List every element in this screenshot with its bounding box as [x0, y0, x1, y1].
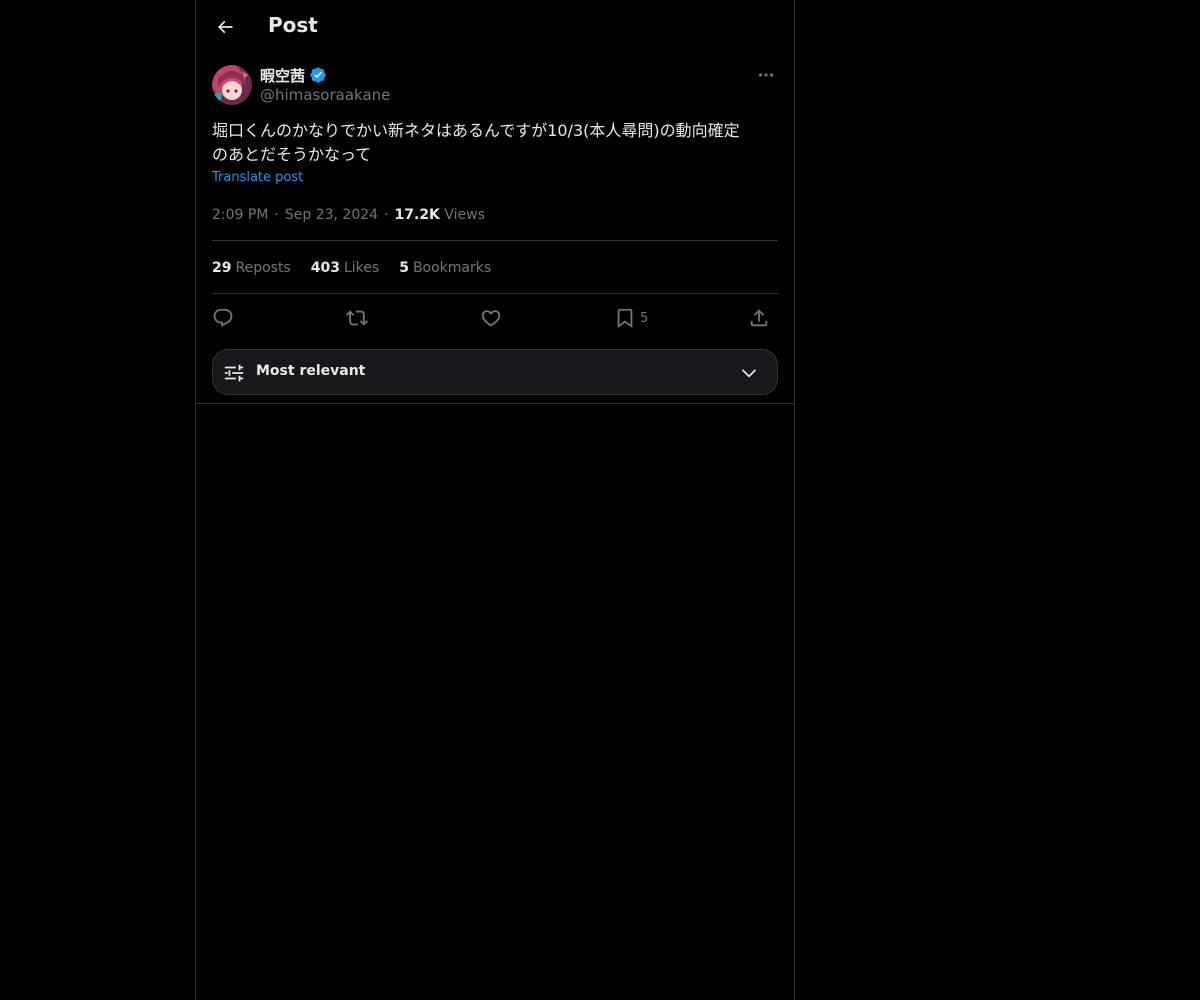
- more-options-button[interactable]: [754, 65, 778, 85]
- post-stats: 29 Reposts 403 Likes 5 Bookmarks: [212, 258, 491, 278]
- post-time[interactable]: 2:09 PM: [212, 207, 268, 223]
- sort-replies-dropdown[interactable]: Most relevant: [212, 349, 778, 395]
- bookmark-icon: [617, 308, 633, 329]
- avatar[interactable]: [212, 65, 252, 105]
- bookmark-count: 5: [640, 310, 649, 326]
- more-icon: [758, 73, 774, 77]
- views-count: 17.2K: [394, 207, 440, 223]
- translate-post-link[interactable]: Translate post: [212, 170, 303, 185]
- back-button[interactable]: [208, 10, 242, 44]
- meta-separator: ·: [274, 207, 279, 223]
- divider: [212, 293, 778, 294]
- chevron-down-icon: [741, 369, 757, 378]
- views-label: Views: [444, 207, 485, 223]
- reposts-stat[interactable]: 29 Reposts: [212, 260, 291, 276]
- arrow-left-icon: [217, 20, 233, 34]
- reply-button[interactable]: [212, 305, 234, 331]
- views[interactable]: 17.2K Views: [395, 207, 485, 223]
- post-meta: 2:09 PM · Sep 23, 2024 · 17.2K Views: [212, 205, 485, 225]
- share-button[interactable]: [748, 305, 770, 331]
- repost-button[interactable]: [346, 305, 368, 331]
- repost-icon: [346, 310, 368, 326]
- heart-icon: [481, 310, 501, 327]
- sort-label: Most relevant: [256, 363, 366, 379]
- display-name[interactable]: 暇空茜: [260, 65, 305, 86]
- bookmarks-stat[interactable]: 5 Bookmarks: [399, 260, 491, 276]
- post-date[interactable]: Sep 23, 2024: [285, 207, 378, 223]
- author-handle[interactable]: @himasoraakane: [260, 86, 390, 104]
- post-text: 堀口くんのかなりでかい新ネタはあるんですが10/3(本人尋問)の動向確定 のあと…: [212, 121, 740, 164]
- likes-stat[interactable]: 403 Likes: [311, 260, 379, 276]
- reposts-label: Reposts: [235, 260, 291, 276]
- verified-badge-icon: [310, 67, 326, 83]
- share-icon: [750, 309, 768, 327]
- page-title: Post: [268, 13, 318, 37]
- post-author: 暇空茜 @himasoraakane: [212, 65, 778, 107]
- divider: [212, 240, 778, 241]
- like-button[interactable]: [480, 305, 502, 331]
- likes-count: 403: [310, 260, 340, 276]
- post-column: Post 暇空茜 @himasoraakane 堀口くんのかなりでかい新ネタはあ…: [195, 0, 795, 1000]
- page-header: Post: [196, 0, 794, 54]
- bookmarks-label: Bookmarks: [412, 260, 492, 276]
- meta-separator: ·: [384, 207, 389, 223]
- action-bar: 5: [212, 305, 778, 331]
- likes-label: Likes: [343, 260, 380, 276]
- reposts-count: 29: [212, 260, 232, 276]
- sliders-icon: [224, 364, 244, 382]
- bookmark-button[interactable]: 5: [614, 305, 648, 331]
- section-divider: [196, 403, 794, 404]
- reply-icon: [213, 308, 233, 327]
- avatar-illustration: [214, 71, 248, 105]
- bookmarks-count: 5: [399, 260, 409, 276]
- display-name-row: 暇空茜: [260, 65, 327, 85]
